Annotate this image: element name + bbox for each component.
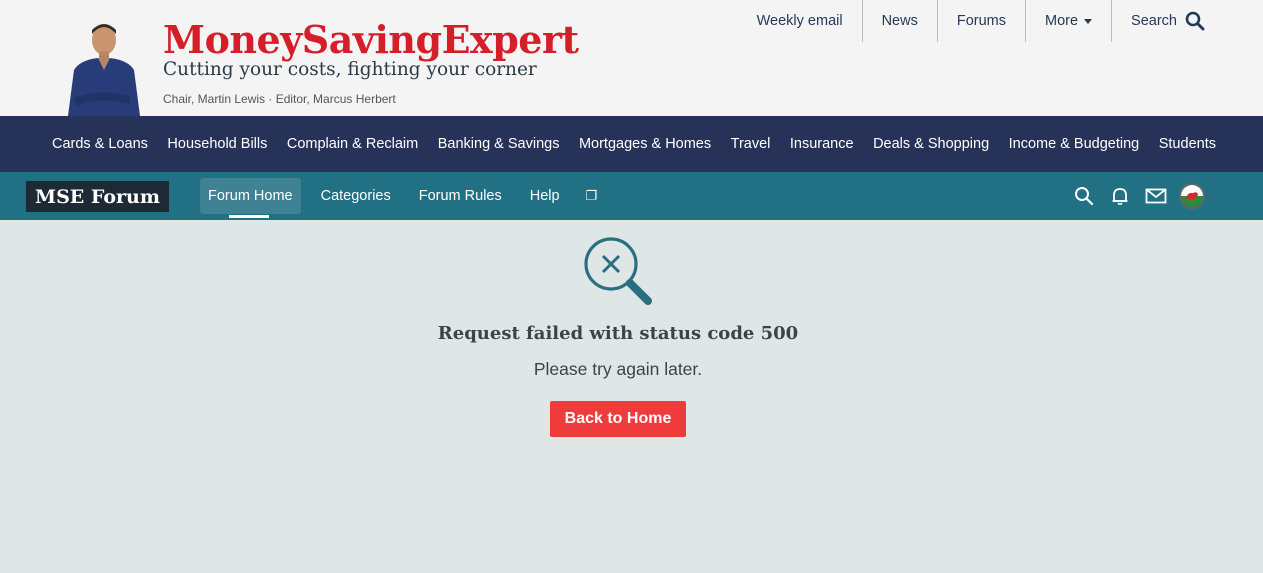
cat-travel[interactable]: Travel bbox=[731, 136, 771, 152]
chair-editor-line: Chair, Martin Lewis · Editor, Marcus Her… bbox=[163, 92, 396, 106]
search-error-icon bbox=[584, 237, 652, 305]
site-tagline: Cutting your costs, fighting your corner bbox=[163, 59, 537, 80]
search-icon[interactable] bbox=[1073, 181, 1095, 211]
forum-bar: MSE Forum Forum Home Categories Forum Ru… bbox=[0, 172, 1263, 220]
toplink-label: News bbox=[881, 13, 918, 29]
forum-logo[interactable]: MSE Forum bbox=[26, 181, 169, 212]
tab-label: Forum Rules bbox=[418, 188, 502, 204]
forum-icons bbox=[1059, 181, 1205, 211]
tab-help[interactable]: Help bbox=[522, 178, 568, 214]
category-nav: Cards & Loans Household Bills Complain &… bbox=[0, 116, 1263, 172]
forums-link[interactable]: Forums bbox=[936, 0, 1025, 42]
presenter-avatar bbox=[68, 24, 140, 116]
tab-label: Categories bbox=[320, 188, 391, 204]
cat-banking-savings[interactable]: Banking & Savings bbox=[438, 136, 560, 152]
search-icon bbox=[1185, 11, 1205, 31]
site-header: MoneySavingExpert Cutting your costs, fi… bbox=[0, 0, 1263, 116]
cat-complain-reclaim[interactable]: Complain & Reclaim bbox=[287, 136, 418, 152]
toplink-label: Forums bbox=[956, 13, 1006, 29]
cat-insurance[interactable]: Insurance bbox=[790, 136, 854, 152]
tab-label: Help bbox=[529, 188, 560, 204]
external-window-icon[interactable]: ❐ bbox=[580, 178, 604, 214]
bell-icon[interactable] bbox=[1109, 181, 1131, 211]
search-link[interactable]: Search bbox=[1111, 0, 1205, 42]
tab-categories[interactable]: Categories bbox=[313, 178, 399, 214]
news-link[interactable]: News bbox=[861, 0, 937, 42]
cat-household-bills[interactable]: Household Bills bbox=[167, 136, 267, 152]
cat-deals-shopping[interactable]: Deals & Shopping bbox=[873, 136, 989, 152]
tab-label: Forum Home bbox=[208, 188, 293, 204]
cat-income-budgeting[interactable]: Income & Budgeting bbox=[1009, 136, 1140, 152]
back-to-home-button[interactable]: Back to Home bbox=[550, 401, 686, 437]
toplink-label: More bbox=[1045, 13, 1079, 29]
toplink-label: Weekly email bbox=[756, 13, 843, 29]
welsh-flag-icon[interactable] bbox=[1179, 183, 1205, 209]
cat-mortgages-homes[interactable]: Mortgages & Homes bbox=[579, 136, 711, 152]
toplink-label: Search bbox=[1131, 13, 1177, 29]
mail-icon[interactable] bbox=[1145, 181, 1167, 211]
error-subtitle: Please try again later. bbox=[533, 359, 703, 379]
tab-forum-home[interactable]: Forum Home bbox=[200, 178, 301, 218]
site-brand[interactable]: MoneySavingExpert bbox=[163, 17, 579, 62]
top-links: Weekly email News Forums More Search bbox=[738, 0, 1205, 42]
cat-students[interactable]: Students bbox=[1159, 136, 1216, 152]
tab-forum-rules[interactable]: Forum Rules bbox=[411, 178, 510, 214]
cat-cards-loans[interactable]: Cards & Loans bbox=[52, 136, 148, 152]
weekly-email-link[interactable]: Weekly email bbox=[738, 0, 862, 42]
forum-nav: Forum Home Categories Forum Rules Help ❐ bbox=[200, 178, 615, 218]
chevron-down-icon bbox=[1084, 18, 1093, 24]
more-menu[interactable]: More bbox=[1025, 0, 1111, 42]
error-title: Request failed with status code 500 bbox=[437, 323, 799, 344]
